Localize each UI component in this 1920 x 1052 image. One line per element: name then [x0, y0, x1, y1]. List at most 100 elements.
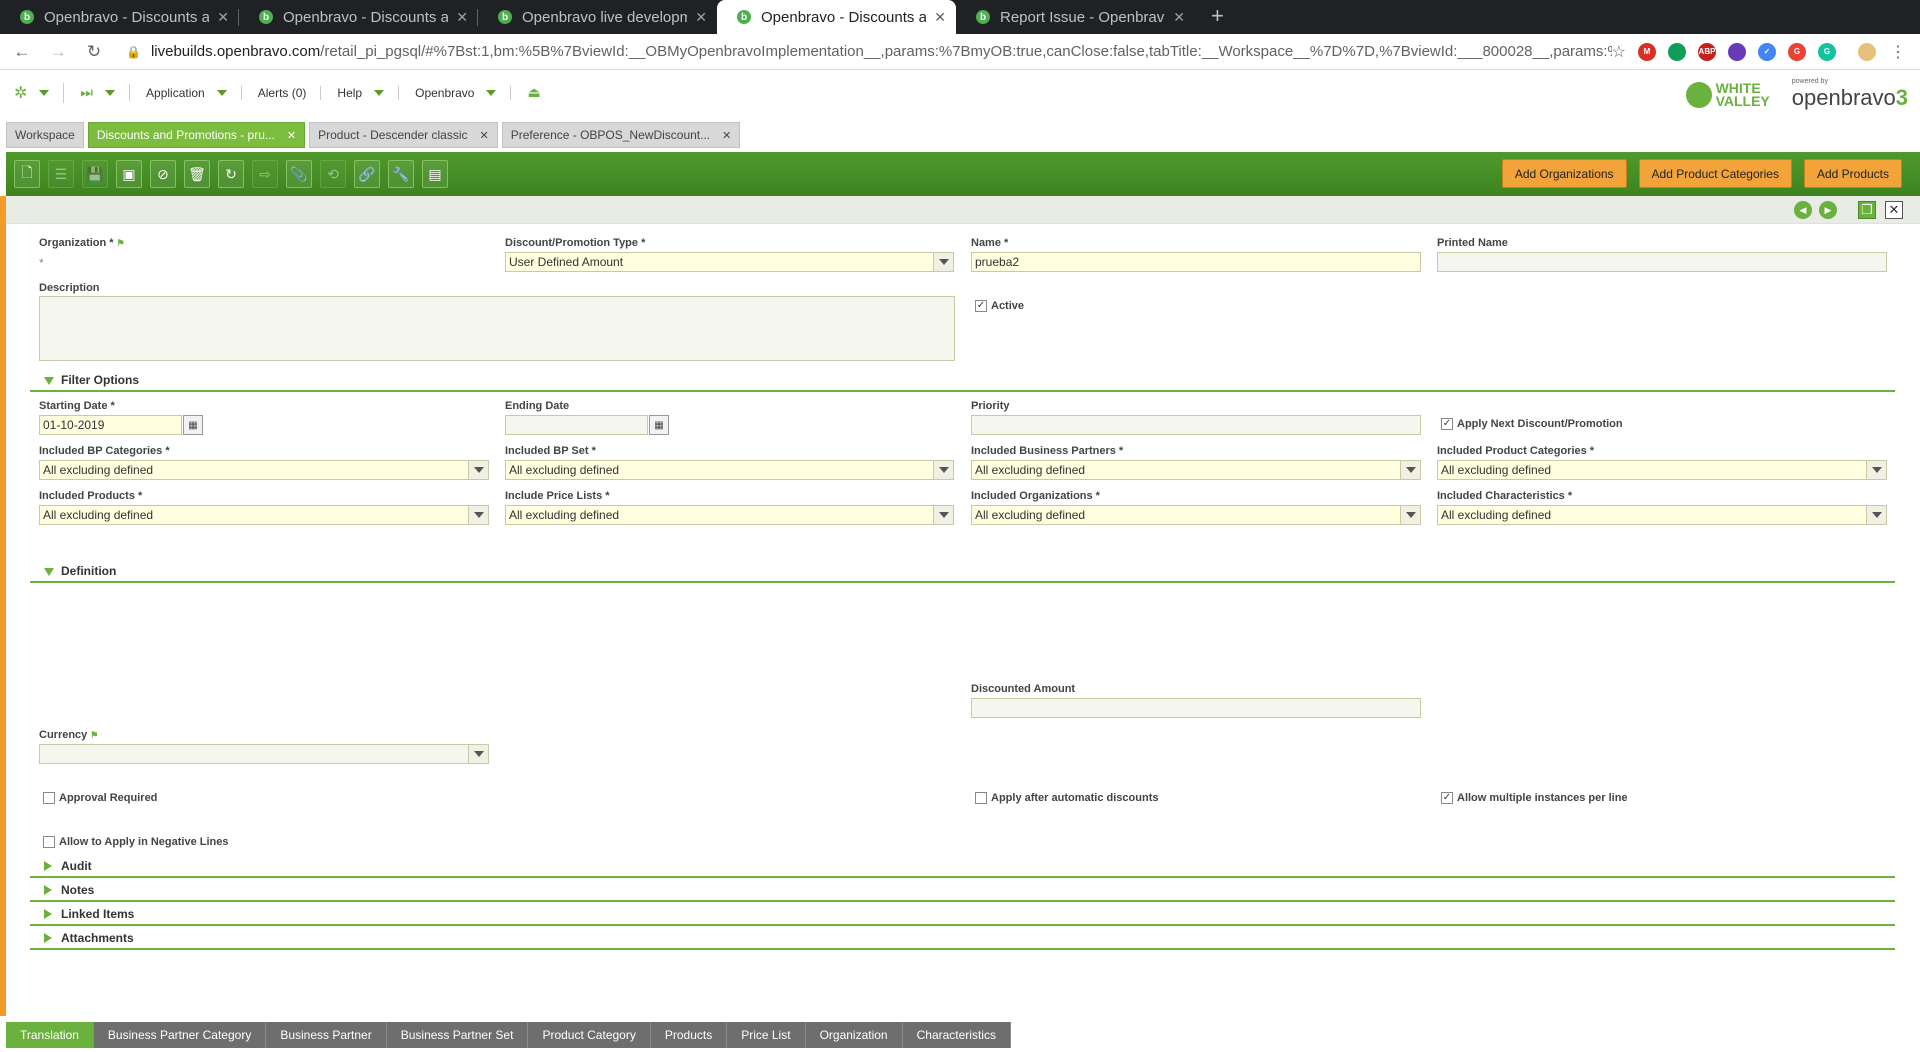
apply-after-auto-checkbox[interactable]: [975, 792, 987, 804]
subtab-bp-category[interactable]: Business Partner Category: [94, 1022, 267, 1048]
printed-name-input[interactable]: [1437, 252, 1887, 272]
browser-tab[interactable]: b Openbravo live development ✕: [478, 0, 717, 34]
url-field[interactable]: 🔒 livebuilds.openbravo.com /retail_pi_pg…: [126, 43, 1612, 60]
section-notes[interactable]: Notes: [30, 882, 1895, 902]
calendar-icon[interactable]: ▦: [183, 415, 203, 435]
browser-tab-active[interactable]: b Openbravo - Discounts and Promotions ✕: [717, 0, 956, 34]
tools-icon[interactable]: 🔧: [388, 160, 414, 188]
price-lists-select[interactable]: All excluding defined: [505, 505, 954, 525]
link-icon[interactable]: ⚑: [117, 238, 125, 248]
subtab-business-partner[interactable]: Business Partner: [266, 1022, 387, 1048]
undo-icon[interactable]: ⊘: [150, 160, 176, 188]
close-icon[interactable]: ✕: [456, 9, 468, 26]
close-icon[interactable]: ✕: [934, 9, 946, 26]
currency-select[interactable]: [39, 744, 489, 764]
characteristics-select[interactable]: All excluding defined: [1437, 505, 1887, 525]
priority-input[interactable]: [971, 415, 1421, 435]
recent-views[interactable]: ⏭: [80, 84, 131, 101]
chevron-down-icon[interactable]: [468, 461, 488, 479]
close-icon[interactable]: ✕: [480, 129, 489, 142]
chevron-down-icon[interactable]: [933, 461, 953, 479]
save-icon[interactable]: 💾: [82, 160, 108, 188]
subtab-product-category[interactable]: Product Category: [528, 1022, 651, 1048]
allow-multiple-checkbox[interactable]: ✓: [1441, 792, 1453, 804]
grid-icon[interactable]: ☰: [48, 160, 74, 188]
back-arrow-icon[interactable]: ←: [8, 42, 36, 62]
subtab-organization[interactable]: Organization: [806, 1022, 903, 1048]
apply-next-checkbox[interactable]: ✓: [1441, 418, 1453, 430]
menu-alerts[interactable]: Alerts (0): [258, 85, 322, 100]
hangouts-icon[interactable]: [1668, 42, 1686, 61]
adblock-icon[interactable]: ABP: [1698, 42, 1716, 61]
chevron-down-icon[interactable]: [1866, 461, 1886, 479]
close-icon[interactable]: ✕: [1173, 9, 1185, 26]
section-definition[interactable]: Definition: [30, 563, 1895, 583]
refresh-icon[interactable]: ↻: [218, 160, 244, 188]
menu-user[interactable]: Openbravo: [415, 85, 512, 100]
close-icon[interactable]: ✕: [695, 9, 707, 26]
business-partners-select[interactable]: All excluding defined: [971, 460, 1421, 480]
delete-icon[interactable]: 🗑: [184, 160, 210, 188]
subtab-translation[interactable]: Translation: [6, 1022, 94, 1048]
extension-icon[interactable]: [1728, 42, 1746, 61]
menu-application[interactable]: Application: [146, 85, 242, 100]
avatar[interactable]: [1858, 42, 1876, 61]
audit-icon[interactable]: ⟲: [320, 160, 346, 188]
close-icon[interactable]: ✕: [287, 129, 296, 142]
forward-arrow-icon[interactable]: →: [44, 42, 72, 62]
logout-button[interactable]: ⏏: [527, 84, 540, 101]
chevron-down-icon[interactable]: [933, 506, 953, 524]
translate-icon[interactable]: G: [1788, 42, 1806, 61]
subtab-price-list[interactable]: Price List: [727, 1022, 806, 1048]
ending-date-input[interactable]: [505, 415, 648, 435]
tab-discounts-promotions[interactable]: Discounts and Promotions - pru... ✕: [87, 122, 306, 148]
section-filter-options[interactable]: Filter Options: [30, 372, 1895, 392]
subtab-bp-set[interactable]: Business Partner Set: [387, 1022, 529, 1048]
kebab-menu-icon[interactable]: ⋮: [1890, 42, 1906, 62]
chevron-down-icon[interactable]: [1400, 461, 1420, 479]
discounted-amount-input[interactable]: [971, 698, 1421, 718]
maximize-icon[interactable]: ❐: [1858, 201, 1876, 219]
tab-product[interactable]: Product - Descender classic ✕: [309, 122, 498, 148]
allow-negative-checkbox[interactable]: [43, 836, 55, 848]
calendar-icon[interactable]: ▦: [649, 415, 669, 435]
add-product-categories-button[interactable]: Add Product Categories: [1638, 159, 1792, 188]
gmail-icon[interactable]: M: [1638, 42, 1656, 61]
check-icon[interactable]: ✓: [1758, 42, 1776, 61]
layout-icon[interactable]: ▤: [422, 160, 448, 188]
organizations-select[interactable]: All excluding defined: [971, 505, 1421, 525]
chevron-down-icon[interactable]: [1400, 506, 1420, 524]
new-tab-icon[interactable]: +: [1211, 0, 1224, 34]
description-textarea[interactable]: [39, 296, 955, 361]
menu-help[interactable]: Help: [337, 85, 400, 100]
add-products-button[interactable]: Add Products: [1803, 159, 1902, 188]
new-document-icon[interactable]: 🗋: [14, 160, 40, 188]
bp-categories-select[interactable]: All excluding defined: [39, 460, 489, 480]
browser-tab[interactable]: b Openbravo - Discounts and Promotions ✕: [239, 0, 478, 34]
previous-record-icon[interactable]: ◀: [1794, 201, 1812, 219]
star-icon[interactable]: ☆: [1612, 42, 1626, 62]
bp-set-select[interactable]: All excluding defined: [505, 460, 954, 480]
discount-type-select[interactable]: User Defined Amount: [505, 252, 954, 272]
add-organizations-button[interactable]: Add Organizations: [1501, 159, 1627, 188]
subtab-characteristics[interactable]: Characteristics: [903, 1022, 1011, 1048]
quick-launch[interactable]: ✲: [14, 82, 65, 103]
next-record-icon[interactable]: ▶: [1819, 201, 1837, 219]
grammarly-icon[interactable]: G: [1818, 42, 1836, 61]
close-icon[interactable]: ✕: [217, 9, 229, 26]
starting-date-input[interactable]: 01-10-2019: [39, 415, 182, 435]
chevron-down-icon[interactable]: [933, 253, 953, 271]
product-categories-select[interactable]: All excluding defined: [1437, 460, 1887, 480]
chevron-down-icon[interactable]: [1866, 506, 1886, 524]
save-close-icon[interactable]: ▣: [116, 160, 142, 188]
name-input[interactable]: prueba2: [971, 252, 1421, 272]
section-audit[interactable]: Audit: [30, 858, 1895, 878]
link-icon[interactable]: ⚑: [90, 730, 98, 740]
attach-icon[interactable]: 📎: [286, 160, 312, 188]
chevron-down-icon[interactable]: [468, 745, 488, 763]
section-attachments[interactable]: Attachments: [30, 930, 1895, 950]
browser-tab[interactable]: b Report Issue - Openbravo ✕: [956, 0, 1195, 34]
reload-icon[interactable]: ↻: [80, 42, 108, 62]
active-checkbox[interactable]: ✓: [975, 300, 987, 312]
subtab-products[interactable]: Products: [651, 1022, 728, 1048]
